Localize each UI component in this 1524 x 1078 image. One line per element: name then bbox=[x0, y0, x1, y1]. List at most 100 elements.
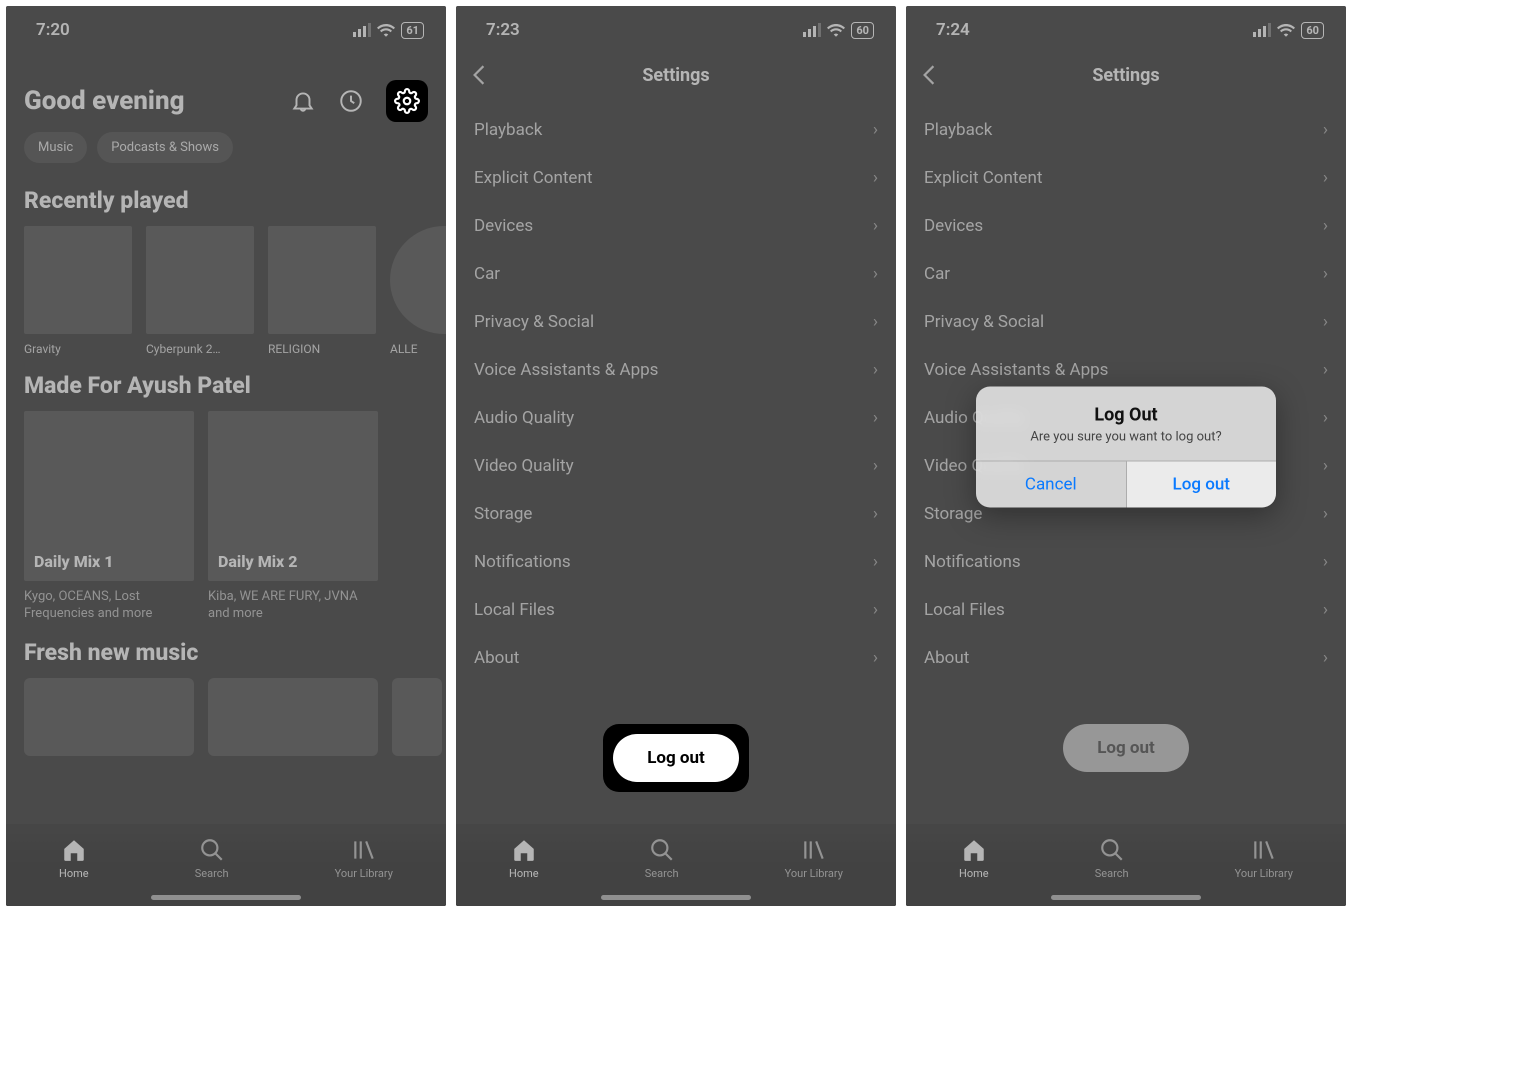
settings-row[interactable]: Local Files› bbox=[906, 586, 1346, 634]
chevron-left-icon bbox=[470, 64, 488, 86]
library-icon bbox=[801, 837, 827, 863]
signal-icon bbox=[353, 23, 371, 37]
chip-podcasts[interactable]: Podcasts & Shows bbox=[97, 132, 233, 163]
alert-logout-button[interactable]: Log out bbox=[1127, 462, 1277, 508]
phone-settings: 7:23 60 Settings Playback› Explicit Cont… bbox=[456, 6, 896, 906]
card-label: RELIGION bbox=[268, 334, 376, 356]
nav-search[interactable]: Search bbox=[195, 837, 229, 880]
settings-row[interactable]: Notifications› bbox=[456, 538, 896, 586]
fresh-card[interactable] bbox=[24, 678, 194, 756]
logout-button[interactable]: Log out bbox=[1063, 724, 1189, 772]
chevron-right-icon: › bbox=[873, 216, 878, 236]
chevron-right-icon: › bbox=[873, 504, 878, 524]
recent-card[interactable]: ALLE bbox=[390, 226, 446, 356]
nav-home[interactable]: Home bbox=[509, 837, 539, 880]
chevron-right-icon: › bbox=[1323, 504, 1328, 524]
signal-icon bbox=[1253, 23, 1271, 37]
status-right: 61 bbox=[353, 22, 424, 39]
nav-library[interactable]: Your Library bbox=[785, 837, 843, 880]
library-icon bbox=[1251, 837, 1277, 863]
nav-home[interactable]: Home bbox=[959, 837, 989, 880]
row-label: Devices bbox=[924, 216, 983, 236]
row-label: Car bbox=[474, 264, 500, 284]
recent-card[interactable]: Cyberpunk 2… bbox=[146, 226, 254, 356]
fresh-card[interactable] bbox=[392, 678, 442, 756]
nav-search[interactable]: Search bbox=[645, 837, 679, 880]
home-indicator[interactable] bbox=[1051, 895, 1201, 900]
settings-title: Settings bbox=[642, 65, 709, 86]
fresh-row[interactable] bbox=[6, 678, 446, 762]
settings-row[interactable]: Notifications› bbox=[906, 538, 1346, 586]
settings-row[interactable]: Playback› bbox=[906, 106, 1346, 154]
made-for-row[interactable]: Daily Mix 1 Kygo, OCEANS, Lost Frequenci… bbox=[6, 411, 446, 629]
settings-list[interactable]: Playback› Explicit Content› Devices › Car… bbox=[456, 100, 896, 688]
phone-home: 7:20 61 Good evening Music Podcasts & Sh… bbox=[6, 6, 446, 906]
chevron-right-icon: › bbox=[873, 408, 878, 428]
settings-row[interactable]: About› bbox=[456, 634, 896, 682]
dailymix-card[interactable]: Daily Mix 1 Kygo, OCEANS, Lost Frequenci… bbox=[24, 411, 194, 623]
history-icon[interactable] bbox=[338, 88, 364, 114]
row-label: About bbox=[474, 648, 519, 668]
row-label: Devices bbox=[474, 216, 533, 236]
settings-row[interactable]: Voice Assistants & Apps› bbox=[456, 346, 896, 394]
recently-played-row[interactable]: Gravity Cyberpunk 2… RELIGION ALLE bbox=[6, 226, 446, 362]
settings-row[interactable]: Explicit Content› bbox=[906, 154, 1346, 202]
card-label: Cyberpunk 2… bbox=[146, 334, 254, 356]
settings-row[interactable]: Car› bbox=[906, 250, 1346, 298]
alert-title: Log Out bbox=[976, 387, 1276, 430]
chip-music[interactable]: Music bbox=[24, 132, 87, 163]
nav-label: Your Library bbox=[1235, 867, 1293, 880]
settings-row[interactable]: Privacy & Social› bbox=[456, 298, 896, 346]
nav-library[interactable]: Your Library bbox=[1235, 837, 1293, 880]
row-label: Audio Quality bbox=[474, 408, 574, 428]
chevron-right-icon: › bbox=[873, 600, 878, 620]
chevron-right-icon: › bbox=[1323, 408, 1328, 428]
settings-row[interactable]: About › bbox=[906, 634, 1346, 682]
settings-row[interactable]: Video Quality › bbox=[456, 442, 896, 490]
recent-card[interactable]: RELIGION bbox=[268, 226, 376, 356]
settings-row[interactable]: Car › bbox=[456, 250, 896, 298]
nav-label: Home bbox=[509, 867, 539, 880]
home-indicator[interactable] bbox=[151, 895, 301, 900]
chevron-right-icon: › bbox=[1323, 648, 1328, 668]
logout-button[interactable]: Log out bbox=[613, 734, 739, 782]
settings-row[interactable]: Devices› bbox=[906, 202, 1346, 250]
nav-library[interactable]: Your Library bbox=[335, 837, 393, 880]
row-label: Playback bbox=[924, 120, 992, 140]
status-time: 7:23 bbox=[486, 20, 520, 40]
bell-icon[interactable] bbox=[290, 88, 316, 114]
row-label: Video Quality bbox=[474, 456, 574, 476]
nav-label: Your Library bbox=[335, 867, 393, 880]
chevron-right-icon: › bbox=[873, 264, 878, 284]
back-button[interactable] bbox=[470, 64, 488, 86]
dailymix-card[interactable]: Daily Mix 2 Kiba, WE ARE FURY, JVNA and … bbox=[208, 411, 378, 623]
back-button[interactable] bbox=[920, 64, 938, 86]
logout-alert: Log Out Are you sure you want to log out… bbox=[976, 387, 1276, 508]
status-bar: 7:20 61 bbox=[6, 6, 446, 50]
fresh-card[interactable] bbox=[208, 678, 378, 756]
chevron-right-icon: › bbox=[1323, 552, 1328, 572]
row-label: Car bbox=[924, 264, 950, 284]
settings-row[interactable]: Local Files› bbox=[456, 586, 896, 634]
nav-home[interactable]: Home bbox=[59, 837, 89, 880]
alert-cancel-button[interactable]: Cancel bbox=[976, 462, 1127, 508]
chevron-right-icon: › bbox=[1323, 600, 1328, 620]
status-time: 7:20 bbox=[36, 20, 70, 40]
gear-icon[interactable] bbox=[394, 88, 420, 114]
settings-row[interactable]: Devices › bbox=[456, 202, 896, 250]
settings-row[interactable]: Privacy & Social› bbox=[906, 298, 1346, 346]
settings-row[interactable]: Playback› bbox=[456, 106, 896, 154]
settings-row[interactable]: Storage› bbox=[456, 490, 896, 538]
row-label: Voice Assistants & Apps bbox=[474, 360, 658, 380]
recent-card[interactable]: Gravity bbox=[24, 226, 132, 356]
home-indicator[interactable] bbox=[601, 895, 751, 900]
row-label: About bbox=[924, 648, 969, 668]
settings-row[interactable]: Audio Quality › bbox=[456, 394, 896, 442]
wifi-icon bbox=[1277, 23, 1295, 37]
row-label: Privacy & Social bbox=[474, 312, 594, 332]
nav-search[interactable]: Search bbox=[1095, 837, 1129, 880]
settings-row[interactable]: Explicit Content› bbox=[456, 154, 896, 202]
dailymix-title: Daily Mix 1 bbox=[34, 552, 113, 571]
chevron-right-icon: › bbox=[873, 120, 878, 140]
chevron-right-icon: › bbox=[873, 456, 878, 476]
